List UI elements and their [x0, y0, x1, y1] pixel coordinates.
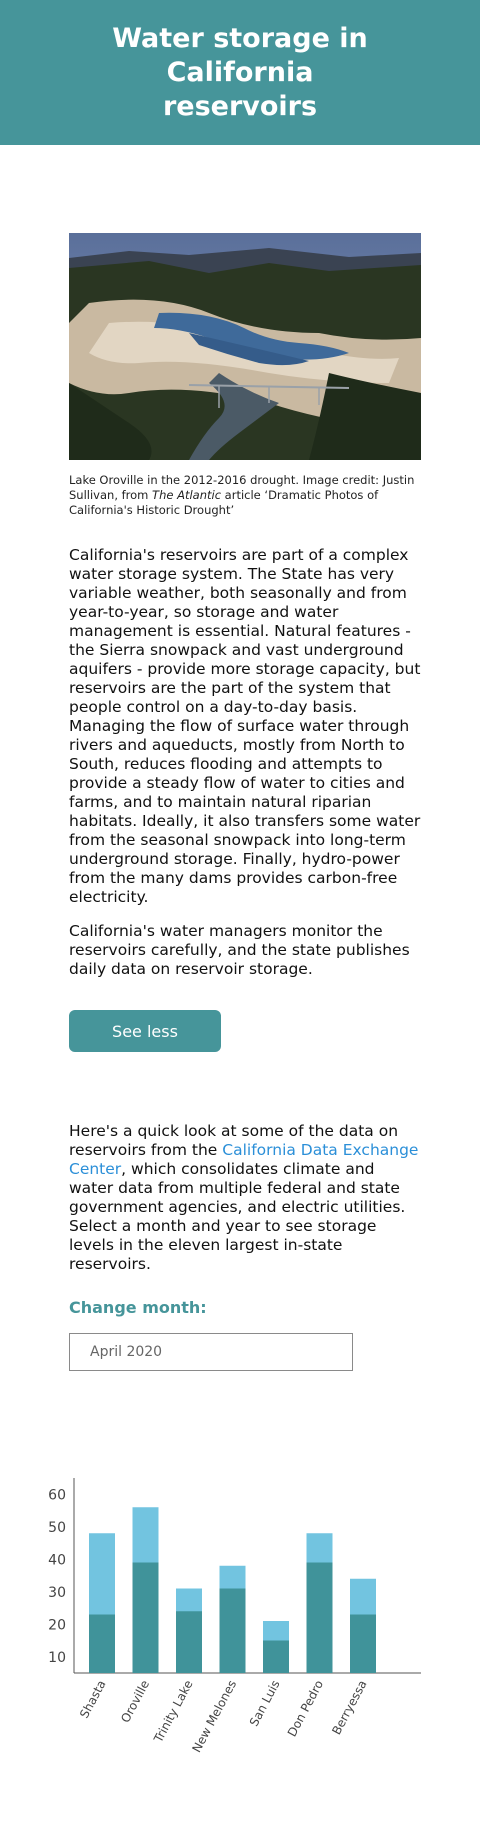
change-month-label: Change month: — [69, 1298, 207, 1317]
photo-caption: Lake Oroville in the 2012-2016 drought. … — [69, 473, 421, 518]
month-select[interactable] — [69, 1333, 353, 1371]
y-tick-label: 40 — [48, 1552, 66, 1568]
bar-storage — [176, 1611, 202, 1673]
y-tick-label: 10 — [48, 1650, 66, 1666]
reservoir-storage-chart: 10 20 30 40 50 60 Shasta Oroville Trinity LakeNe… — [48, 1478, 421, 1755]
x-tick-label: Oroville — [118, 1678, 152, 1725]
bar-storage — [132, 1562, 159, 1673]
y-tick-label: 50 — [48, 1520, 66, 1536]
y-tick-label: 30 — [48, 1585, 66, 1601]
intro-paragraph-2: California's water managers monitor the … — [69, 922, 410, 978]
lake-oroville-photo — [69, 233, 421, 460]
bar-storage — [89, 1614, 115, 1673]
x-tick-label: San Luis — [247, 1678, 283, 1729]
x-tick-label: Trinity Lake — [151, 1678, 196, 1746]
data-intro-paragraph: Here's a quick look at some of the data … — [69, 1122, 421, 1274]
caption-source: The Atlantic — [152, 488, 222, 502]
bar-storage — [219, 1588, 246, 1673]
intro-paragraph-1: California's reservoirs are part of a co… — [69, 546, 421, 906]
x-tick-label: Shasta — [77, 1678, 109, 1721]
bar-storage — [263, 1640, 289, 1673]
y-tick-label: 60 — [48, 1487, 66, 1503]
x-tick-label: Berryessa — [329, 1678, 369, 1737]
bar-storage — [306, 1562, 333, 1673]
bar-storage — [350, 1614, 376, 1673]
see-less-button[interactable]: See less — [69, 1010, 221, 1052]
x-tick-label: Don Pedro — [285, 1678, 326, 1739]
x-tick-label: New Melones — [189, 1678, 239, 1755]
y-tick-label: 20 — [48, 1617, 66, 1633]
page-title: Water storage in California reservoirs — [112, 22, 368, 122]
page-header: Water storage in California reservoirs — [0, 0, 480, 145]
